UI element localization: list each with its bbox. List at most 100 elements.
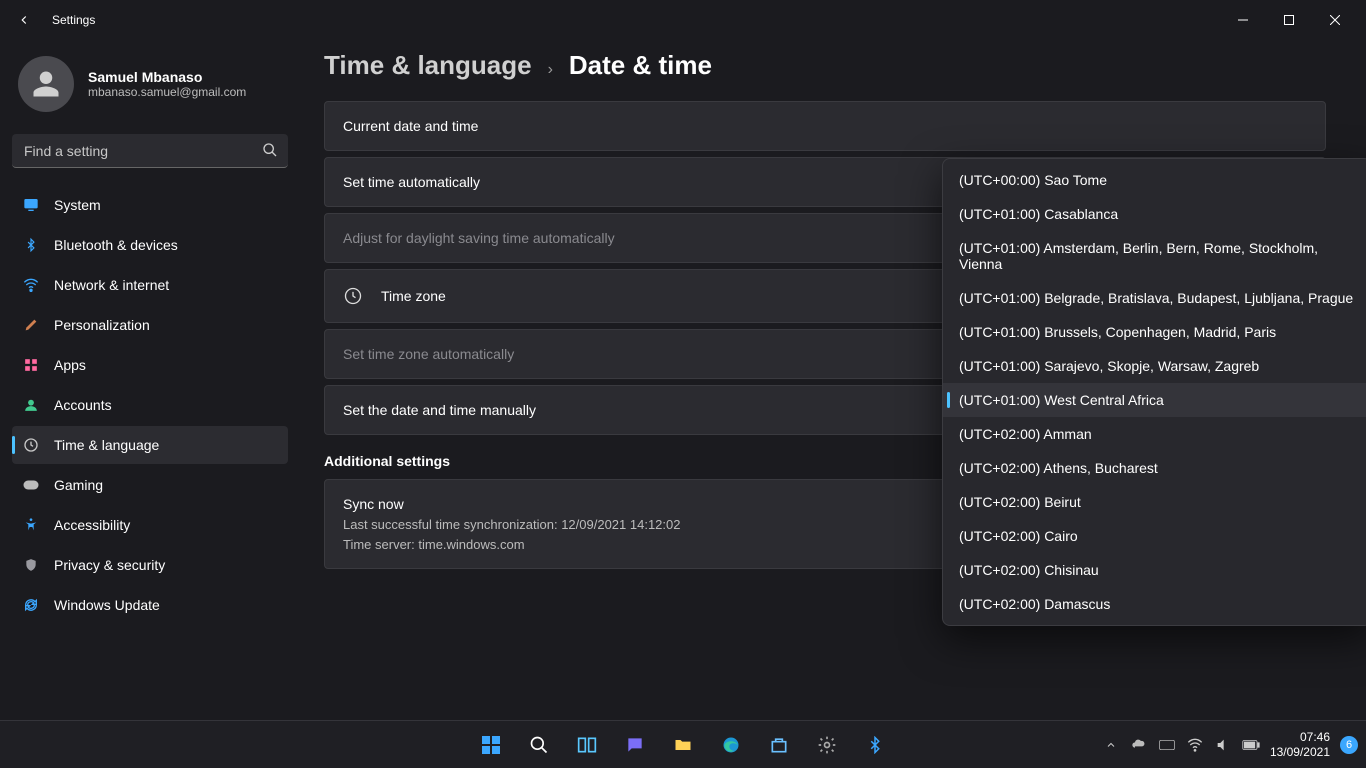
taskbar-clock[interactable]: 07:46 13/09/2021 <box>1270 730 1330 759</box>
sidebar-item-network-internet[interactable]: Network & internet <box>12 266 288 304</box>
profile-name: Samuel Mbanaso <box>88 69 246 85</box>
timezone-option[interactable]: (UTC+01:00) Casablanca <box>943 197 1366 231</box>
profile-email: mbanaso.samuel@gmail.com <box>88 85 246 99</box>
search-input[interactable] <box>12 134 288 168</box>
breadcrumb: Time & language › Date & time <box>324 50 1326 81</box>
sync-last: Last successful time synchronization: 12… <box>343 515 681 535</box>
keyboard-icon[interactable] <box>1158 736 1176 754</box>
system-tray: 07:46 13/09/2021 6 <box>1102 730 1358 759</box>
sidebar-item-label: Accessibility <box>54 517 130 533</box>
sync-server: Time server: time.windows.com <box>343 535 681 555</box>
timezone-option[interactable]: (UTC+00:00) Sao Tome <box>943 163 1366 197</box>
globe-clock-icon <box>343 286 363 306</box>
card-label: Set the date and time manually <box>343 402 536 418</box>
card-label: Set time zone automatically <box>343 346 514 362</box>
bluetooth-icon <box>22 236 40 254</box>
sidebar-item-privacy-security[interactable]: Privacy & security <box>12 546 288 584</box>
sidebar-item-windows-update[interactable]: Windows Update <box>12 586 288 624</box>
sidebar-item-label: Network & internet <box>54 277 169 293</box>
timezone-option[interactable]: (UTC+02:00) Chisinau <box>943 553 1366 587</box>
search-icon <box>262 142 278 163</box>
timezone-dropdown[interactable]: (UTC+00:00) Sao Tome(UTC+01:00) Casablan… <box>942 158 1366 626</box>
monitor-icon <box>22 196 40 214</box>
store-icon[interactable] <box>759 725 799 765</box>
sidebar-item-label: Windows Update <box>54 597 160 613</box>
sidebar-item-bluetooth-devices[interactable]: Bluetooth & devices <box>12 226 288 264</box>
sidebar-item-personalization[interactable]: Personalization <box>12 306 288 344</box>
card-current-date-time[interactable]: Current date and time <box>324 101 1326 151</box>
timezone-option[interactable]: (UTC+02:00) Amman <box>943 417 1366 451</box>
sidebar-item-gaming[interactable]: Gaming <box>12 466 288 504</box>
update-icon <box>22 596 40 614</box>
wifi-icon <box>22 276 40 294</box>
nav-list: System Bluetooth & devices Network & inter… <box>12 186 288 624</box>
window-title: Settings <box>52 13 95 27</box>
timezone-option[interactable]: (UTC+02:00) Damascus <box>943 587 1366 621</box>
edge-icon[interactable] <box>711 725 751 765</box>
profile-block[interactable]: Samuel Mbanaso mbanaso.samuel@gmail.com <box>12 50 288 130</box>
card-label: Adjust for daylight saving time automati… <box>343 230 615 246</box>
taskbar: 07:46 13/09/2021 6 <box>0 720 1366 768</box>
sidebar-item-label: Personalization <box>54 317 150 333</box>
main-panel: Time & language › Date & time Current da… <box>300 40 1366 720</box>
shield-icon <box>22 556 40 574</box>
start-button[interactable] <box>471 725 511 765</box>
titlebar: Settings <box>0 0 1366 40</box>
timezone-option[interactable]: (UTC+02:00) Cairo <box>943 519 1366 553</box>
card-label: Set time automatically <box>343 174 480 190</box>
wifi-icon[interactable] <box>1186 736 1204 754</box>
brush-icon <box>22 316 40 334</box>
sidebar-item-apps[interactable]: Apps <box>12 346 288 384</box>
taskbar-center <box>471 725 895 765</box>
clock-time: 07:46 <box>1270 730 1330 744</box>
task-view-icon[interactable] <box>567 725 607 765</box>
avatar <box>18 56 74 112</box>
taskbar-search-icon[interactable] <box>519 725 559 765</box>
chat-icon[interactable] <box>615 725 655 765</box>
card-label: Current date and time <box>343 118 478 134</box>
back-button[interactable] <box>8 4 40 36</box>
timezone-option[interactable]: (UTC+02:00) Beirut <box>943 485 1366 519</box>
sidebar-item-label: Bluetooth & devices <box>54 237 178 253</box>
clock-icon <box>22 436 40 454</box>
volume-icon[interactable] <box>1214 736 1232 754</box>
person-icon <box>22 396 40 414</box>
sidebar-item-label: Accounts <box>54 397 112 413</box>
sidebar-item-label: Privacy & security <box>54 557 165 573</box>
maximize-button[interactable] <box>1266 4 1312 36</box>
accessibility-icon <box>22 516 40 534</box>
page-title: Date & time <box>569 50 712 81</box>
chevron-right-icon: › <box>548 61 553 79</box>
gamepad-icon <box>22 476 40 494</box>
breadcrumb-parent[interactable]: Time & language <box>324 50 532 81</box>
onedrive-icon[interactable] <box>1130 736 1148 754</box>
card-label: Time zone <box>381 288 446 304</box>
close-button[interactable] <box>1312 4 1358 36</box>
sync-heading: Sync now <box>343 494 681 515</box>
sidebar-item-time-language[interactable]: Time & language <box>12 426 288 464</box>
timezone-option[interactable]: (UTC+02:00) Athens, Bucharest <box>943 451 1366 485</box>
sidebar-item-label: Apps <box>54 357 86 373</box>
file-explorer-icon[interactable] <box>663 725 703 765</box>
timezone-option[interactable]: (UTC+01:00) Sarajevo, Skopje, Warsaw, Za… <box>943 349 1366 383</box>
sidebar-item-accessibility[interactable]: Accessibility <box>12 506 288 544</box>
battery-icon[interactable] <box>1242 736 1260 754</box>
sidebar-item-label: System <box>54 197 101 213</box>
sidebar-item-accounts[interactable]: Accounts <box>12 386 288 424</box>
sidebar: Samuel Mbanaso mbanaso.samuel@gmail.com … <box>0 40 300 720</box>
search-wrapper <box>12 134 288 168</box>
settings-taskbar-icon[interactable] <box>807 725 847 765</box>
timezone-option[interactable]: (UTC+01:00) Belgrade, Bratislava, Budape… <box>943 281 1366 315</box>
sidebar-item-system[interactable]: System <box>12 186 288 224</box>
bluetooth-taskbar-icon[interactable] <box>855 725 895 765</box>
grid-icon <box>22 356 40 374</box>
timezone-option[interactable]: (UTC+01:00) Brussels, Copenhagen, Madrid… <box>943 315 1366 349</box>
sidebar-item-label: Time & language <box>54 437 159 453</box>
sidebar-item-label: Gaming <box>54 477 103 493</box>
notification-badge[interactable]: 6 <box>1340 736 1358 754</box>
timezone-option[interactable]: (UTC+01:00) West Central Africa <box>943 383 1366 417</box>
timezone-option[interactable]: (UTC+01:00) Amsterdam, Berlin, Bern, Rom… <box>943 231 1366 281</box>
minimize-button[interactable] <box>1220 4 1266 36</box>
clock-date: 13/09/2021 <box>1270 745 1330 759</box>
tray-chevron-icon[interactable] <box>1102 736 1120 754</box>
